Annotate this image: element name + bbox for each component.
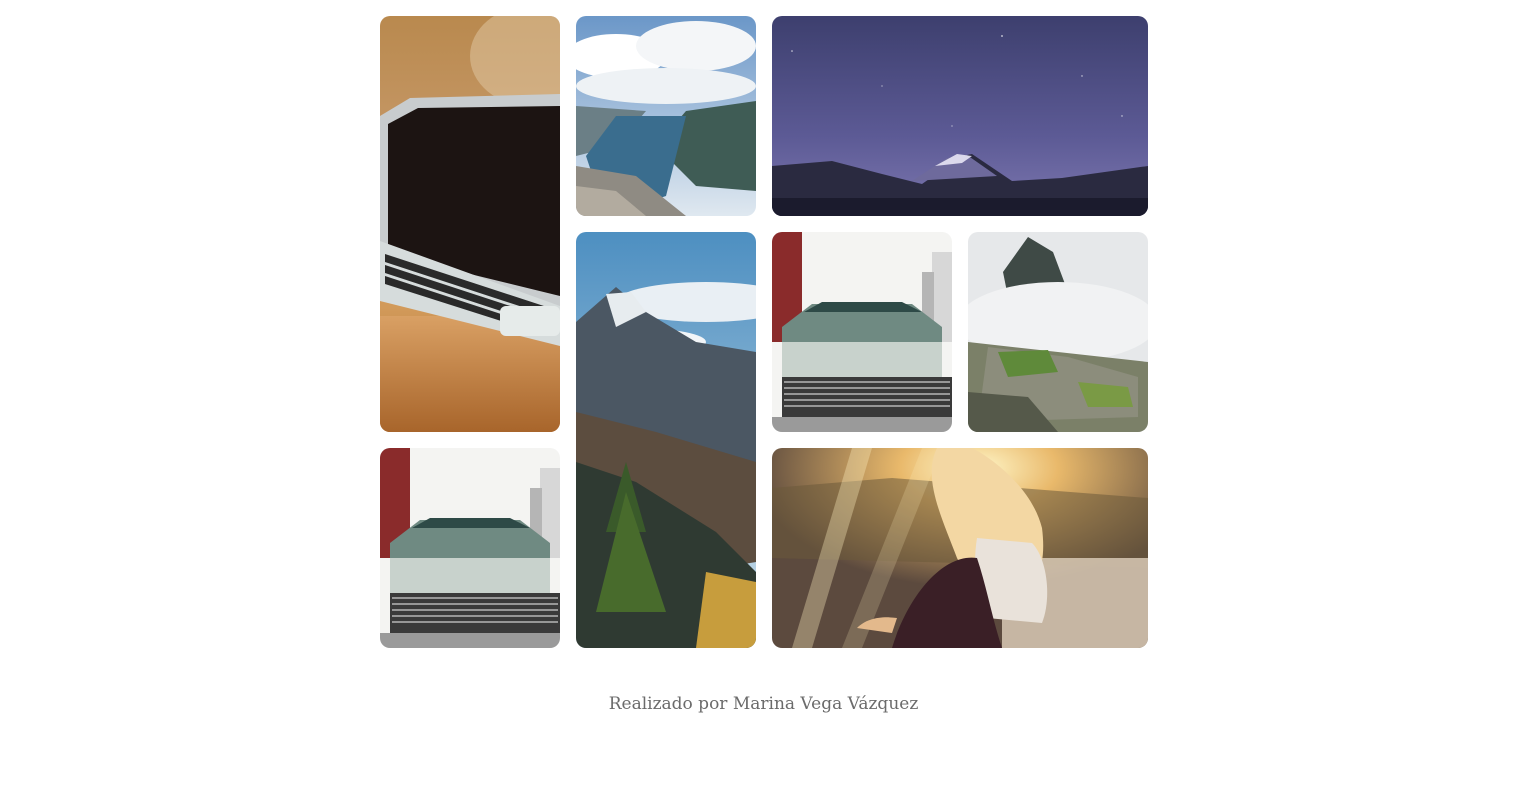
gallery-image-mountain-valley[interactable]	[576, 232, 756, 648]
gallery-image-starry-night[interactable]	[772, 16, 1148, 216]
image-gallery	[380, 16, 1148, 648]
gallery-image-vintage-car[interactable]	[380, 448, 560, 648]
gallery-image-fjord[interactable]	[576, 16, 756, 216]
gallery-image-laptop[interactable]	[380, 16, 560, 432]
gallery-image-woman-sunset[interactable]	[772, 448, 1148, 648]
footer-credit: Realizado por Marina Vega Vázquez	[608, 694, 919, 714]
gallery-image-misty-ruins[interactable]	[968, 232, 1148, 432]
gallery-image-vintage-car[interactable]	[772, 232, 952, 432]
